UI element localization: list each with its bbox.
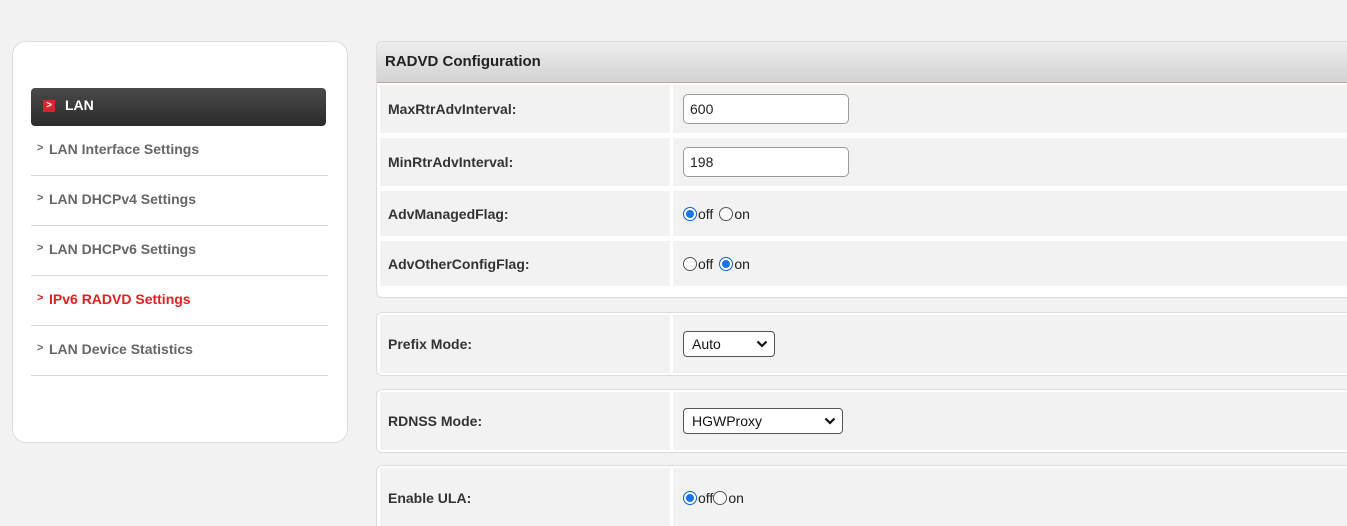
sidebar-item-lan-dhcpv6-settings[interactable]: > LAN DHCPv6 Settings: [31, 226, 328, 276]
rdnss-mode-row: RDNSS Mode: HGWProxy: [377, 390, 1347, 452]
select-value: HGWProxy: [692, 413, 762, 429]
radio-label-off: off: [698, 205, 714, 222]
sidebar-item-lan-dhcpv4-settings[interactable]: > LAN DHCPv4 Settings: [31, 176, 328, 226]
prefix-mode-select[interactable]: Auto: [683, 331, 775, 357]
field-value-cell: Auto: [673, 315, 1347, 373]
chevron-right-icon: >: [37, 292, 44, 304]
sidebar-header-label: LAN: [65, 97, 94, 113]
sidebar-item-ipv6-radvd-settings[interactable]: > IPv6 RADVD Settings: [31, 276, 328, 326]
adv-other-config-flag-off-radio[interactable]: [683, 256, 697, 271]
prefix-mode-row: Prefix Mode: Auto: [377, 313, 1347, 375]
sidebar-item-lan-interface-settings[interactable]: > LAN Interface Settings: [31, 126, 328, 176]
rdnss-mode-select[interactable]: HGWProxy: [683, 408, 843, 434]
max-rtr-adv-interval-input[interactable]: [683, 94, 849, 124]
adv-managed-flag-off-option[interactable]: off: [683, 206, 713, 222]
adv-other-config-flag-off-option[interactable]: off: [683, 256, 713, 272]
field-label: MaxRtrAdvInterval:: [380, 85, 670, 133]
adv-other-config-flag-on-radio[interactable]: [719, 256, 734, 271]
radio-label-off: off: [698, 255, 714, 272]
radio-label-off: off: [698, 489, 714, 506]
radio-label-on: on: [734, 205, 750, 222]
chevron-right-icon: >: [37, 342, 44, 354]
chevron-down-icon: [756, 340, 768, 348]
radio-label-on: on: [734, 255, 750, 272]
min-rtr-adv-interval-row: MinRtrAdvInterval:: [377, 136, 1347, 189]
field-value-cell: off on: [673, 468, 1347, 526]
min-rtr-adv-interval-input[interactable]: [683, 147, 849, 177]
field-label: MinRtrAdvInterval:: [380, 138, 670, 186]
adv-managed-flag-on-radio[interactable]: [719, 206, 734, 221]
chevron-right-icon: >: [37, 142, 44, 154]
radvd-configuration-panel: RADVD Configuration MaxRtrAdvInterval: M…: [376, 41, 1347, 298]
max-rtr-adv-interval-row: MaxRtrAdvInterval:: [377, 83, 1347, 136]
enable-ula-row: Enable ULA: off on: [377, 466, 1347, 526]
enable-ula-off-radio[interactable]: [683, 490, 697, 505]
field-label: Enable ULA:: [380, 468, 670, 526]
chevron-right-icon: >: [37, 242, 44, 254]
rdnss-mode-panel: RDNSS Mode: HGWProxy: [376, 389, 1347, 453]
field-value-cell: [673, 85, 1347, 133]
radio-label-on: on: [728, 489, 744, 506]
field-label: AdvOtherConfigFlag:: [380, 241, 670, 286]
field-label: AdvManagedFlag:: [380, 191, 670, 236]
chevron-down-icon: [824, 417, 836, 425]
field-value-cell: HGWProxy: [673, 392, 1347, 450]
sidebar-item-label: LAN Device Statistics: [49, 341, 193, 357]
sidebar-item-lan-device-statistics[interactable]: > LAN Device Statistics: [31, 326, 328, 376]
enable-ula-on-option[interactable]: on: [713, 490, 744, 506]
sidebar-item-label: LAN Interface Settings: [49, 141, 200, 157]
enable-ula-on-radio[interactable]: [713, 490, 728, 505]
select-value: Auto: [692, 336, 721, 352]
field-label: Prefix Mode:: [380, 315, 670, 373]
adv-other-config-flag-on-option[interactable]: on: [719, 256, 750, 272]
sidebar-item-label: IPv6 RADVD Settings: [49, 291, 191, 307]
adv-managed-flag-row: AdvManagedFlag: off on: [377, 189, 1347, 239]
chevron-right-icon: >: [43, 100, 55, 112]
adv-managed-flag-off-radio[interactable]: [683, 206, 697, 221]
sidebar: > LAN > LAN Interface Settings > LAN DHC…: [12, 41, 348, 443]
field-value-cell: [673, 138, 1347, 186]
field-value-cell: off on: [673, 191, 1347, 236]
sidebar-item-label: LAN DHCPv6 Settings: [49, 241, 197, 257]
sidebar-item-label: LAN DHCPv4 Settings: [49, 191, 197, 207]
adv-managed-flag-on-option[interactable]: on: [719, 206, 750, 222]
enable-ula-off-option[interactable]: off: [683, 490, 713, 506]
field-label: RDNSS Mode:: [380, 392, 670, 450]
chevron-right-icon: >: [37, 192, 44, 204]
prefix-mode-panel: Prefix Mode: Auto: [376, 312, 1347, 376]
panel-title: RADVD Configuration: [377, 42, 1347, 83]
field-value-cell: off on: [673, 241, 1347, 286]
sidebar-header-lan[interactable]: > LAN: [31, 88, 326, 126]
enable-ula-panel: Enable ULA: off on: [376, 465, 1347, 526]
adv-other-config-flag-row: AdvOtherConfigFlag: off on: [377, 239, 1347, 289]
